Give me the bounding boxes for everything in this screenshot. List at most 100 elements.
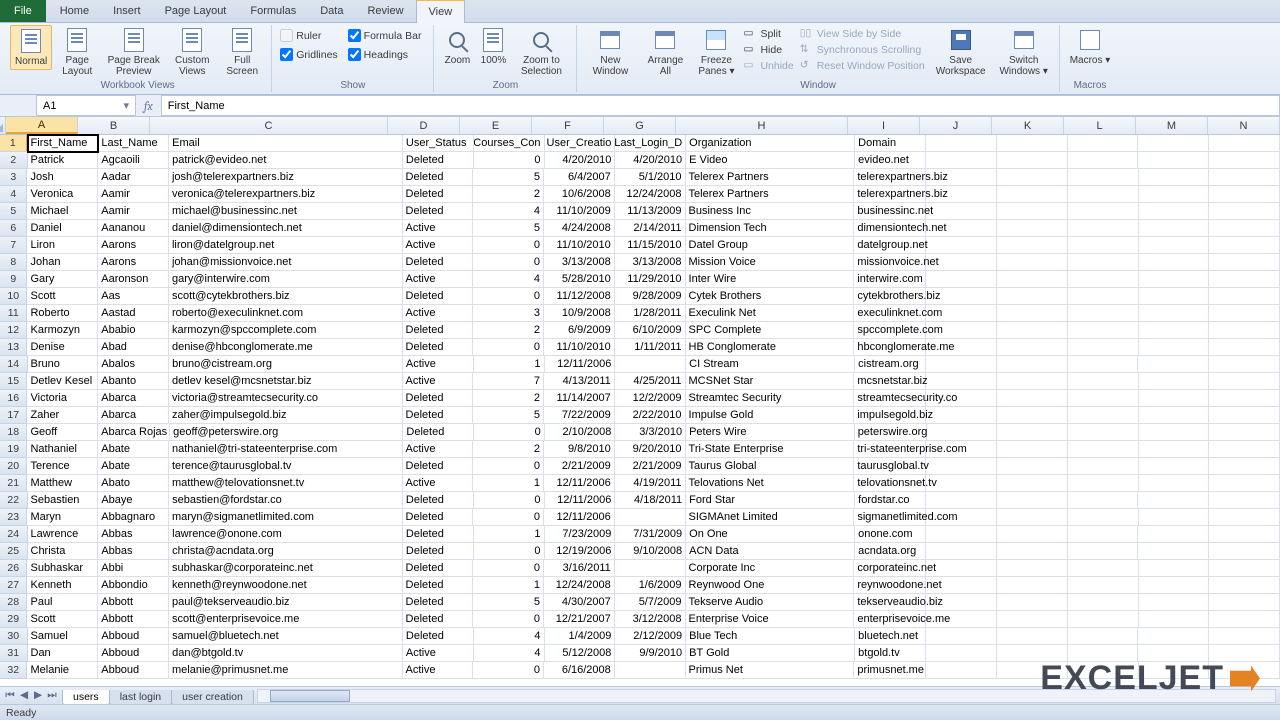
cell[interactable] [1209,356,1280,373]
cell[interactable] [1068,628,1139,645]
cell[interactable]: Roberto [27,305,98,322]
cell[interactable]: Aas [98,288,169,305]
cell[interactable]: 4 [473,203,544,220]
cell[interactable]: datelgroup.net [854,237,926,254]
cell[interactable]: terence@taurusglobal.tv [169,458,403,475]
cell[interactable] [997,407,1068,424]
cell[interactable] [997,390,1068,407]
cell[interactable] [615,662,686,679]
cell[interactable]: telerexpartners.biz [854,169,926,186]
cell[interactable]: nathaniel@tri-stateenterprise.com [169,441,403,458]
col-header-m[interactable]: M [1136,117,1208,134]
cell[interactable] [926,645,997,662]
cell[interactable]: Active [403,305,474,322]
cell[interactable]: Mission Voice [686,254,855,271]
cell[interactable]: evideo.net [855,152,926,169]
cell[interactable]: christa@acndata.org [169,543,403,560]
cell[interactable]: Abate [98,441,169,458]
cell[interactable] [1209,543,1280,560]
cell[interactable]: samuel@bluetech.net [169,628,403,645]
cell[interactable] [997,339,1068,356]
cell[interactable] [1068,322,1139,339]
cell[interactable]: 4 [474,628,545,645]
cell[interactable] [1068,407,1139,424]
cell[interactable]: Abarca [98,390,169,407]
cell[interactable] [926,237,997,254]
cell[interactable]: 6/9/2009 [544,322,615,339]
cell[interactable]: Aaronson [98,271,169,288]
col-header-f[interactable]: F [532,117,604,134]
cell[interactable] [1139,424,1210,441]
row-header[interactable]: 25 [0,543,28,560]
cell[interactable] [997,135,1068,152]
tab-review[interactable]: Review [355,0,415,22]
cell[interactable]: 0 [473,560,544,577]
cell[interactable]: Active [403,645,474,662]
cell[interactable]: 7/31/2009 [615,526,686,543]
cell[interactable]: Samuel [28,628,99,645]
cell[interactable]: Datel Group [686,237,855,254]
cell[interactable]: Deleted [403,628,474,645]
cell[interactable]: liron@datelgroup.net [169,237,403,254]
cell[interactable]: Sebastien [28,492,99,509]
cell[interactable] [1139,237,1210,254]
cell[interactable]: interwire.com [854,271,926,288]
cell[interactable]: Domain [855,135,926,152]
cell[interactable]: Deleted [403,169,474,186]
cell[interactable]: 3 [473,305,544,322]
cell[interactable]: ACN Data [686,543,855,560]
cell[interactable] [1139,254,1210,271]
cell[interactable] [926,475,997,492]
cell[interactable]: 12/2/2009 [615,390,686,407]
cell[interactable]: 6/10/2009 [615,322,686,339]
cell[interactable]: zaher@impulsegold.biz [169,407,403,424]
sheet-nav-last-icon[interactable]: ⏭ [46,689,58,702]
cell[interactable] [1068,509,1139,526]
cell[interactable] [1209,492,1280,509]
cell[interactable] [1209,458,1280,475]
cell[interactable] [1068,254,1139,271]
cell[interactable]: 0 [474,543,545,560]
cell[interactable]: 4/20/2010 [615,152,686,169]
cell[interactable]: tri-stateenterprise.com [854,441,926,458]
cell[interactable] [1139,475,1210,492]
cell[interactable] [926,288,997,305]
cell[interactable]: 0 [474,492,545,509]
row-header[interactable]: 31 [0,645,28,662]
cell[interactable]: josh@telerexpartners.biz [169,169,403,186]
cell[interactable]: Abate [98,458,169,475]
cell[interactable]: cistream.org [855,356,926,373]
chk-gridlines[interactable]: Gridlines [280,48,337,61]
sheet-tab-user-creation[interactable]: user creation [171,690,254,705]
cell[interactable]: Aamir [98,186,169,203]
cell[interactable]: cytekbrothers.biz [854,288,926,305]
cell[interactable]: HB Conglomerate [686,339,855,356]
btn-zoom[interactable]: Zoom [440,25,474,68]
cell[interactable]: Agcaoili [98,152,169,169]
cell[interactable] [615,356,686,373]
cell[interactable]: sigmanetlimited.com [854,509,926,526]
cell[interactable]: 3/12/2008 [615,611,686,628]
cell[interactable] [1209,186,1280,203]
chk-formula-bar[interactable]: Formula Bar [348,29,422,42]
cell[interactable]: 11/29/2010 [615,271,686,288]
chk-ruler[interactable]: Ruler [280,29,337,42]
col-header-g[interactable]: G [604,117,676,134]
cell[interactable]: Courses_Con [474,135,545,152]
cell[interactable] [1138,152,1209,169]
cell[interactable]: 5 [473,594,544,611]
cell[interactable] [1139,339,1210,356]
cell[interactable] [1139,594,1210,611]
cell[interactable]: Active [403,441,474,458]
cell[interactable] [1139,458,1210,475]
cell[interactable]: Scott [27,611,98,628]
cell[interactable] [1068,373,1139,390]
cell[interactable] [926,322,997,339]
cell[interactable]: bluetech.net [855,628,926,645]
cell[interactable] [1068,526,1139,543]
cell[interactable] [1209,339,1280,356]
cell[interactable]: Tekserve Audio [686,594,855,611]
cell[interactable] [1209,288,1280,305]
cell[interactable]: 7/22/2009 [544,407,615,424]
cell[interactable] [1209,560,1280,577]
